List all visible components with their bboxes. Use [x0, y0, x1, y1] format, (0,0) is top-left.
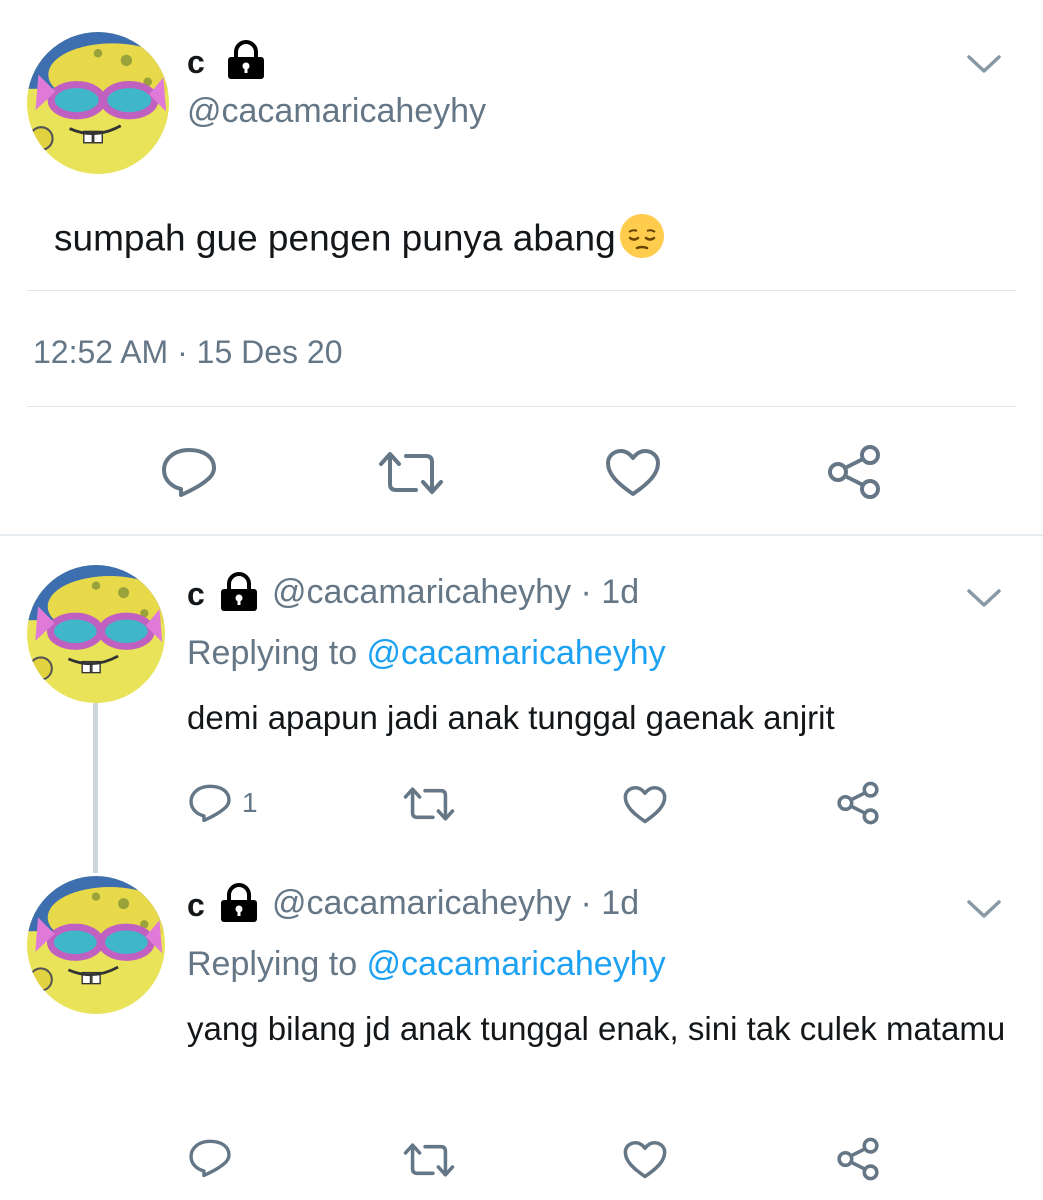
chevron-down-icon[interactable]	[966, 586, 1002, 610]
like-button[interactable]	[605, 448, 661, 498]
avatar[interactable]	[27, 876, 165, 1014]
like-button[interactable]	[623, 785, 667, 825]
retweet-icon	[403, 1143, 455, 1177]
like-button[interactable]	[623, 1140, 667, 1180]
retweet-button[interactable]	[403, 786, 455, 822]
heart-icon	[623, 1140, 667, 1179]
divider	[27, 406, 1016, 407]
reply-count: 1	[242, 787, 258, 818]
chevron-down-icon[interactable]	[966, 52, 1002, 76]
replying-handle-link[interactable]: @cacamaricaheyhy	[367, 634, 666, 672]
tweet-text-content: sumpah gue pengen punya abang	[54, 217, 616, 259]
replying-prefix: Replying to	[187, 634, 367, 672]
retweet-icon	[403, 787, 455, 821]
tweet-text: sumpah gue pengen punya abang	[54, 212, 666, 269]
handle[interactable]: @cacamaricaheyhy	[187, 92, 486, 131]
share-button[interactable]	[826, 444, 882, 500]
share-button[interactable]	[836, 781, 880, 825]
reply-text: demi apapun jadi anak tunggal gaenak anj…	[187, 699, 835, 736]
reply-icon	[189, 1139, 231, 1178]
handle-time[interactable]: @cacamaricaheyhy · 1d	[272, 573, 639, 612]
reply-icon	[162, 448, 216, 497]
heart-icon	[606, 449, 660, 496]
replying-to: Replying to @cacamaricaheyhy	[187, 634, 666, 673]
retweet-button[interactable]	[378, 450, 444, 496]
reply-button[interactable]	[188, 1138, 232, 1178]
chevron-down-icon[interactable]	[966, 897, 1002, 921]
display-name[interactable]: c	[187, 576, 205, 613]
avatar[interactable]	[27, 32, 169, 174]
lock-icon	[228, 40, 264, 79]
retweet-button[interactable]	[403, 1142, 455, 1178]
pensive-face-icon	[618, 212, 666, 269]
display-name[interactable]: c	[187, 887, 205, 924]
tweet-timestamp: 12:52 AM · 15 Des 20	[33, 334, 343, 370]
replying-prefix: Replying to	[187, 945, 367, 983]
handle-time[interactable]: @cacamaricaheyhy · 1d	[272, 884, 639, 923]
reply-icon	[189, 784, 231, 823]
divider	[27, 290, 1016, 291]
reply-button[interactable]: 1	[188, 783, 258, 823]
reply-text: yang bilang jd anak tunggal enak, sini t…	[187, 1010, 1006, 1047]
share-icon	[837, 1137, 879, 1181]
display-name[interactable]: c	[187, 44, 205, 81]
thread-line	[93, 703, 98, 873]
replying-handle-link[interactable]: @cacamaricaheyhy	[367, 945, 666, 983]
share-icon	[828, 445, 880, 499]
heart-icon	[623, 785, 667, 824]
retweet-icon	[379, 452, 443, 494]
section-divider	[0, 534, 1043, 536]
lock-icon	[221, 572, 257, 611]
reply-button[interactable]	[160, 446, 218, 498]
avatar[interactable]	[27, 565, 165, 703]
lock-icon	[221, 883, 257, 922]
replying-to: Replying to @cacamaricaheyhy	[187, 945, 666, 984]
share-button[interactable]	[836, 1137, 880, 1181]
share-icon	[837, 781, 879, 825]
